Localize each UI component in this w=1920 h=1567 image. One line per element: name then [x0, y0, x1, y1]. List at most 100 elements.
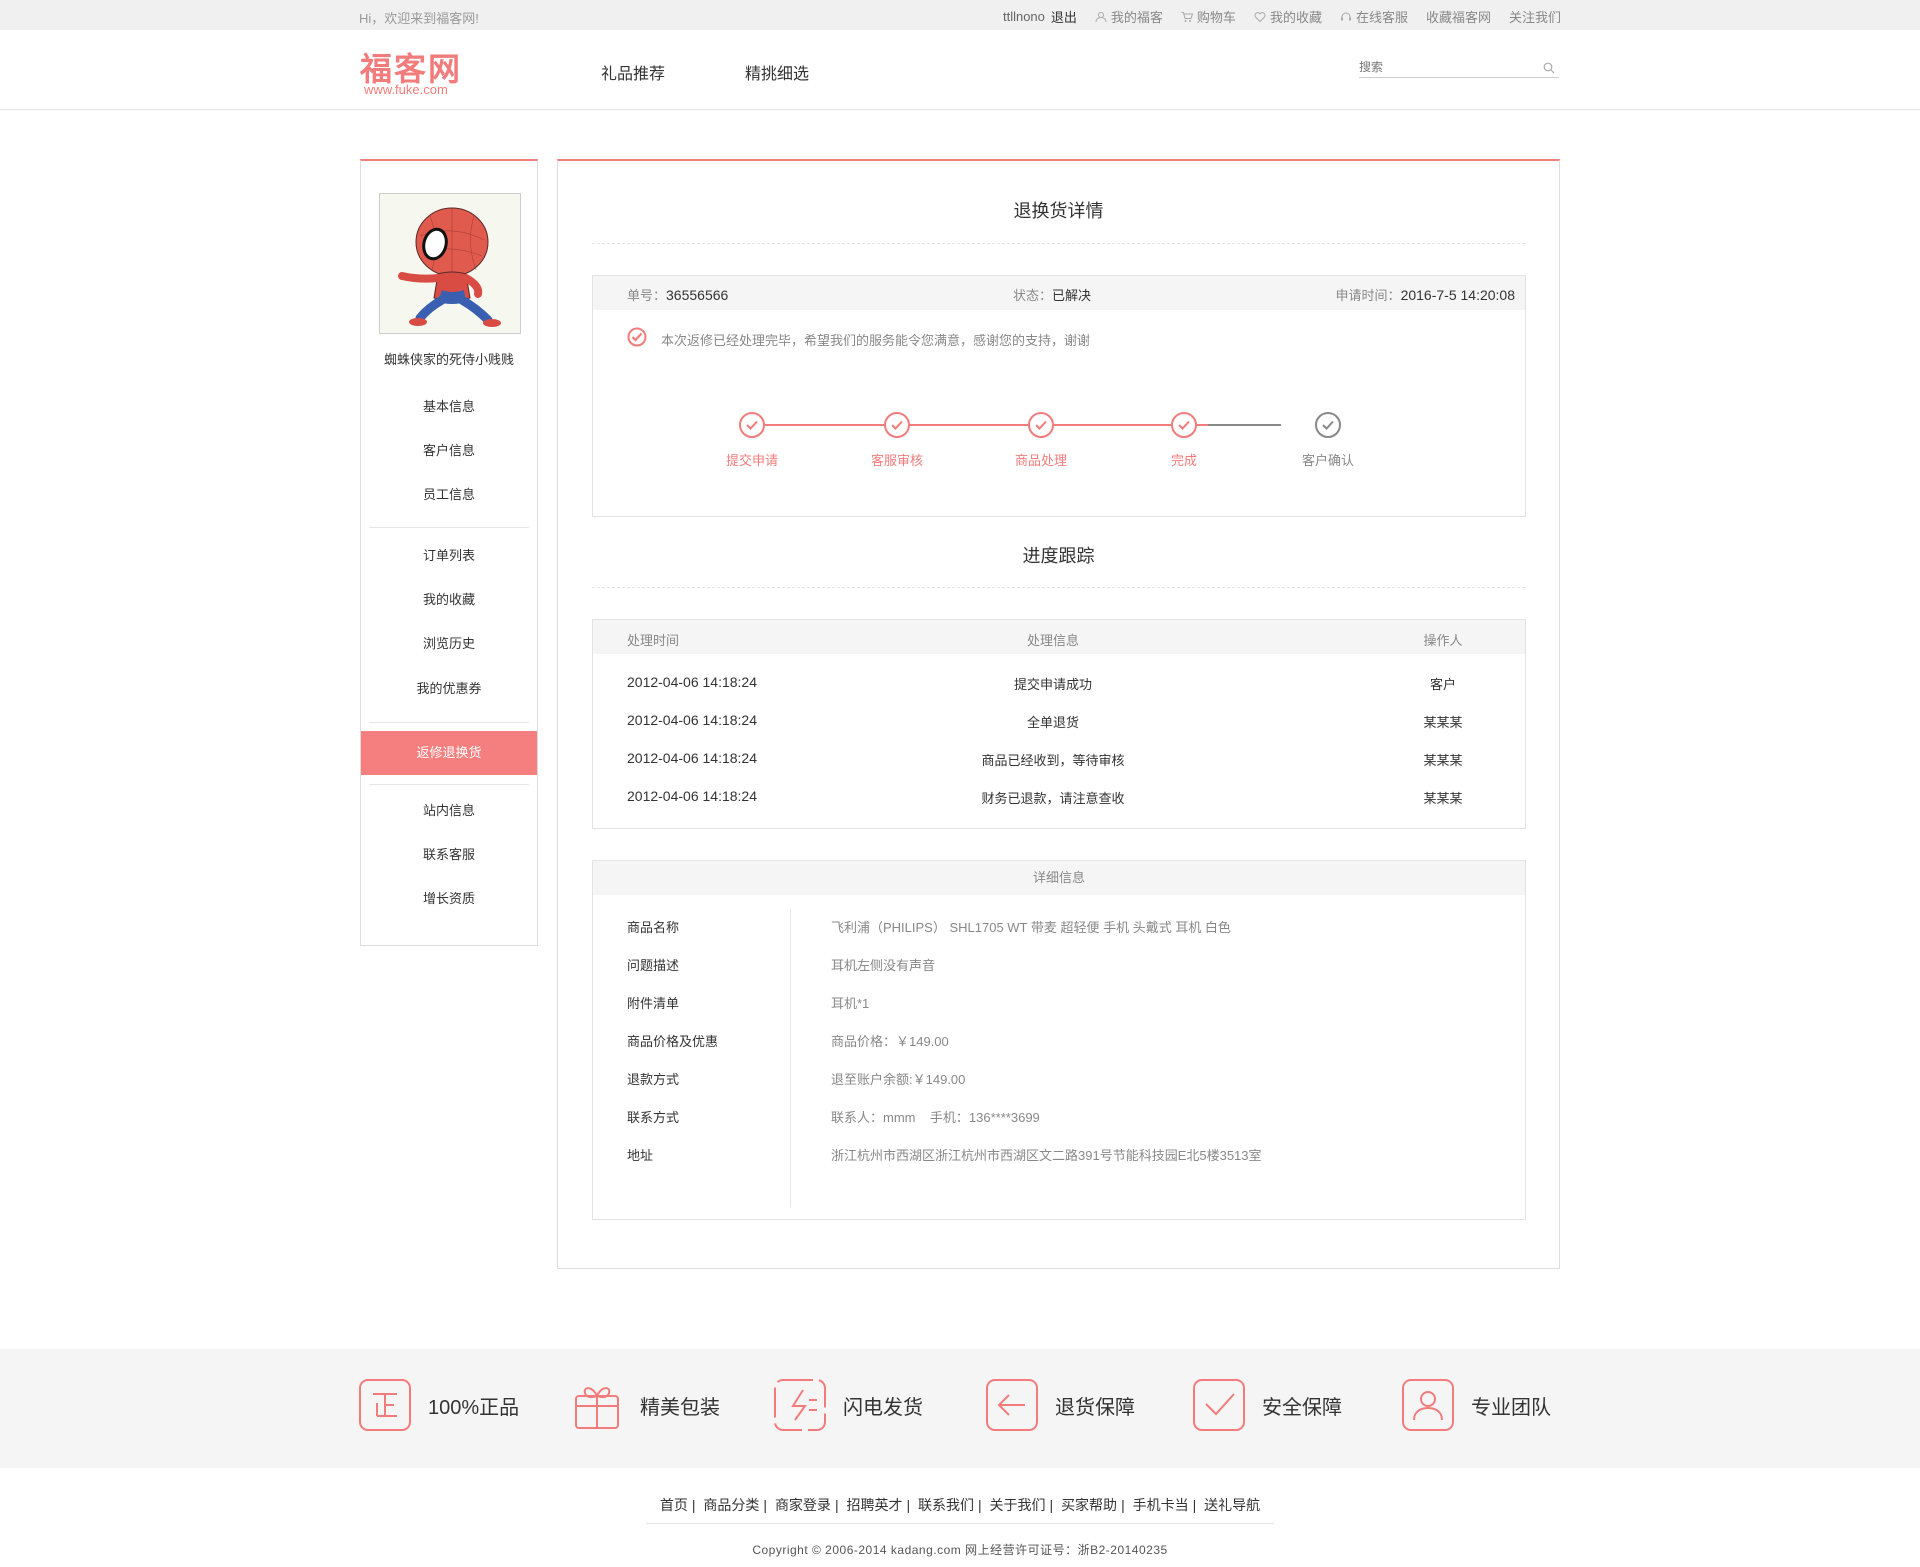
step-4-label: 完成 [1170, 453, 1197, 468]
feature-return-guarantee: 退货保障 [985, 1377, 1135, 1433]
feature-fast-delivery: 闪电发货 [773, 1377, 923, 1433]
row-time: 2012-04-06 14:18:24 [627, 788, 757, 804]
step-3-label: 商品处理 [1014, 453, 1067, 468]
sidebar-item-order-list[interactable]: 订单列表 [361, 546, 537, 566]
table-row: 2012-04-06 14:18:24 全单退货 某某某 [593, 712, 1525, 732]
row-info: 全单退货 [1026, 715, 1079, 730]
gift-box-icon [575, 1387, 619, 1429]
sidebar-item-coupons[interactable]: 我的优惠券 [361, 679, 537, 699]
detail-label: 附件清单 [627, 996, 680, 1011]
step-5-label: 客户确认 [1301, 453, 1354, 468]
nav-gift-recommend[interactable]: 礼品推荐 [601, 60, 665, 84]
follow-us-link[interactable]: 关注我们 [1509, 7, 1561, 26]
detail-value-address: 浙江杭州市西湖区浙江杭州市西湖区文二路391号节能科技园E北5楼3513室 [831, 1148, 1262, 1163]
detail-label: 商品名称 [627, 920, 680, 935]
tracking-table: 处理时间 处理信息 操作人 2012-04-06 14:18:24 提交申请成功… [592, 619, 1526, 829]
col-time-header: 处理时间 [627, 633, 680, 648]
detail-value-contact: 联系人：mmm 手机：136****3699 [831, 1110, 1040, 1125]
sidebar-item-history[interactable]: 浏览历史 [361, 634, 537, 654]
detail-value-product: 飞利浦（PHILIPS） SHL1705 WT 带麦 超轻便 手机 头戴式 耳机… [831, 920, 1231, 935]
progress-line-pending [1208, 424, 1281, 426]
table-row: 2012-04-06 14:18:24 财务已退款，请注意查收 某某某 [593, 788, 1525, 808]
footer-link-help[interactable]: 买家帮助 [1061, 1497, 1117, 1513]
sidebar-item-staff-info[interactable]: 员工信息 [361, 485, 537, 505]
user-sidebar: 蜘蛛侠家的死侍小贱贱 基本信息 客户信息 员工信息 订单列表 我的收藏 浏览历史… [360, 159, 538, 946]
headset-icon [1340, 12, 1351, 20]
footer-link-careers[interactable]: 招聘英才 [846, 1497, 902, 1513]
col-operator-header: 操作人 [1423, 633, 1463, 648]
bookmark-site-link[interactable]: 收藏福客网 [1426, 7, 1491, 26]
search-input[interactable] [1359, 54, 1529, 74]
detail-value-price: 商品价格：￥149.00 [831, 1034, 949, 1049]
apply-time: 申请时间：2016-7-5 14:20:08 [1336, 285, 1515, 304]
username-link[interactable]: ttllnono [1003, 9, 1045, 24]
step-4-icon [1171, 412, 1197, 438]
row-info: 提交申请成功 [1013, 677, 1092, 692]
sidebar-item-returns[interactable]: 返修退换货 [361, 731, 537, 775]
status: 状态：已解决 [1013, 285, 1091, 304]
row-time: 2012-04-06 14:18:24 [627, 712, 757, 728]
service-guarantees: 100%正品 精美包装 闪电发货 退货保障 安全保障 专业团队 [0, 1349, 1920, 1468]
row-operator: 某某某 [1423, 753, 1463, 768]
feature-team: 专业团队 [1401, 1377, 1551, 1433]
feature-label: 闪电发货 [843, 1396, 923, 1419]
favorites-link[interactable]: 我的收藏 [1254, 7, 1322, 26]
feature-label: 精美包装 [640, 1396, 720, 1419]
page-title: 退换货详情 [1013, 201, 1104, 221]
detail-value-attachments: 耳机*1 [831, 996, 870, 1011]
sidebar-item-messages[interactable]: 站内信息 [361, 801, 537, 821]
summary-box: 单号：36556566 状态：已解决 申请时间：2016-7-5 14:20:0… [592, 275, 1526, 517]
footer-link-about[interactable]: 关于我们 [990, 1497, 1046, 1513]
search-icon[interactable] [1543, 62, 1555, 74]
sidebar-item-favorites[interactable]: 我的收藏 [361, 590, 537, 610]
site-header: 福客网 www.fuke.com 礼品推荐 精挑细选 [0, 30, 1920, 110]
cart-link[interactable]: 购物车 [1181, 7, 1236, 26]
feature-genuine: 100%正品 [358, 1377, 519, 1433]
avatar[interactable] [379, 193, 521, 334]
tracking-table-header: 处理时间 处理信息 操作人 [593, 620, 1525, 654]
row-info: 商品已经收到，等待审核 [981, 753, 1125, 768]
return-detail-panel: 退换货详情 单号：36556566 状态：已解决 申请时间：2016-7-5 1… [557, 159, 1560, 1269]
my-fuke-link[interactable]: 我的福客 [1095, 7, 1163, 26]
step-2-label: 客服审核 [870, 453, 923, 468]
detail-label: 地址 [627, 1148, 654, 1163]
step-1-label: 提交申请 [725, 453, 778, 468]
step-1-icon [739, 412, 765, 438]
user-name: 蜘蛛侠家的死侍小贱贱 [383, 352, 514, 367]
footer-link-contact[interactable]: 联系我们 [918, 1497, 974, 1513]
feature-label: 专业团队 [1471, 1396, 1551, 1419]
online-service-link[interactable]: 在线客服 [1340, 7, 1408, 26]
copyright: Copyright © 2006-2014 kadang.com 网上经营许可证… [752, 1543, 1168, 1557]
sidebar-item-basic-info[interactable]: 基本信息 [361, 397, 537, 417]
row-operator: 某某某 [1423, 791, 1463, 806]
footer-link-home[interactable]: 首页 [660, 1497, 688, 1513]
apply-time-label: 申请时间： [1335, 288, 1401, 303]
summary-header: 单号：36556566 状态：已解决 申请时间：2016-7-5 14:20:0… [593, 276, 1525, 310]
footer-link-merchant-login[interactable]: 商家登录 [775, 1497, 831, 1513]
footer-link-mobile[interactable]: 手机卡当 [1133, 1497, 1189, 1513]
status-value: 已解决 [1052, 288, 1092, 303]
nav-curated[interactable]: 精挑细选 [745, 60, 809, 84]
logout-link[interactable]: 退出 [1051, 7, 1077, 26]
genuine-icon [359, 1379, 411, 1431]
footer-link-categories[interactable]: 商品分类 [703, 1497, 759, 1513]
sidebar-divider [369, 784, 529, 785]
detail-info-box: 详细信息 商品名称 飞利浦（PHILIPS） SHL1705 WT 带麦 超轻便… [592, 860, 1526, 1220]
sidebar-item-qualification[interactable]: 增长资质 [361, 889, 537, 909]
detail-label: 退款方式 [627, 1072, 680, 1087]
top-bar: Hi，欢迎来到福客网! ttllnono 退出 我的福客 购物车 我的收藏 在线… [0, 0, 1920, 30]
feature-label: 100%正品 [428, 1396, 520, 1419]
feature-label: 退货保障 [1055, 1396, 1135, 1419]
sidebar-item-contact-service[interactable]: 联系客服 [361, 845, 537, 865]
favorites-label: 我的收藏 [1269, 10, 1322, 25]
step-5-icon [1315, 412, 1341, 438]
row-time: 2012-04-06 14:18:24 [627, 674, 757, 690]
footer-link-gift-nav[interactable]: 送礼导航 [1204, 1497, 1260, 1513]
return-arrow-icon [986, 1379, 1038, 1431]
feature-security: 安全保障 [1192, 1377, 1342, 1433]
step-3-icon [1028, 412, 1054, 438]
sidebar-item-customer-info[interactable]: 客户信息 [361, 441, 537, 461]
top-links: ttllnono 退出 我的福客 购物车 我的收藏 在线客服 收藏福客网 关注我… [1003, 7, 1561, 26]
lightning-icon [774, 1379, 826, 1431]
step-2-icon [884, 412, 910, 438]
